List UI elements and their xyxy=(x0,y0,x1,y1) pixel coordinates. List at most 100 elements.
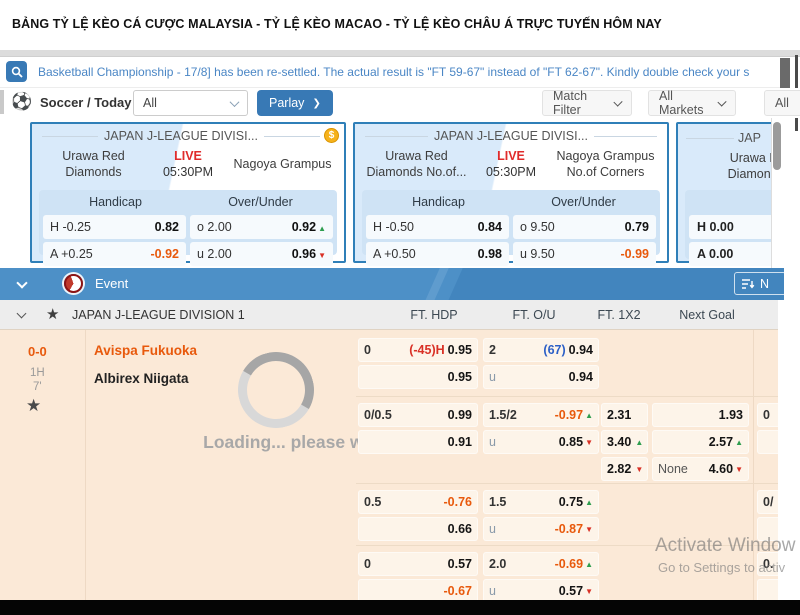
favorite-star-icon[interactable]: ★ xyxy=(46,300,59,330)
odds-cell[interactable] xyxy=(757,430,778,454)
page-title-bar: BẢNG TỶ LỆ KÈO CÁ CƯỢC MALAYSIA - TỶ LỆ … xyxy=(0,0,800,50)
league-filter-select[interactable]: All xyxy=(133,90,248,116)
parlay-button[interactable]: Parlay ❯ xyxy=(257,90,333,116)
kickoff-time: 05:30PM xyxy=(478,164,544,180)
odds-cell[interactable]: 0/0.50.99 xyxy=(358,403,478,427)
group-divider xyxy=(356,396,778,397)
odds-cell[interactable]: 2.0-0.69▲ xyxy=(483,552,599,576)
odds-cell[interactable]: -0.67 xyxy=(358,579,478,600)
betting-odds-page: BẢNG TỶ LỆ KÈO CÁ CƯỢC MALAYSIA - TỶ LỆ … xyxy=(0,0,800,615)
line-value: 0 xyxy=(364,343,371,357)
match-status: LIVE05:30PM xyxy=(478,148,544,181)
line-value: 2 xyxy=(489,343,496,357)
ou-odds: 0.96▼ xyxy=(292,247,326,261)
odds-value: 2.31 xyxy=(607,408,631,422)
odds-cell[interactable]: 2.82▼ xyxy=(601,457,648,481)
odds-cell[interactable]: 2.31 xyxy=(601,403,648,427)
odds-value: 2.57 xyxy=(709,435,733,449)
odds-cell[interactable]: 3.40▲ xyxy=(601,430,648,454)
away-team-name: Albirex Niigata xyxy=(94,371,189,386)
match-status: LIVE05:30PM xyxy=(155,148,221,181)
hdp-home-cell[interactable]: H -0.250.82 xyxy=(43,215,186,239)
odds-cell[interactable]: 2.57▲ xyxy=(652,430,749,454)
header-line xyxy=(686,138,734,139)
column-divider xyxy=(85,330,86,600)
sort-icon xyxy=(741,278,755,290)
scrollbar-track xyxy=(771,118,772,268)
parlay-label: Parlay xyxy=(269,96,304,110)
ou-under-cell[interactable]: u 9.50-0.99 xyxy=(513,242,656,266)
ou-odds: 0.92▲ xyxy=(292,220,326,234)
trend-down-icon: ▼ xyxy=(318,251,326,260)
odds-cell[interactable]: 00.57 xyxy=(358,552,478,576)
odds-cell[interactable]: 1.5/2-0.97▲ xyxy=(483,403,599,427)
odds-cell[interactable]: 2(67)0.94 xyxy=(483,338,599,362)
sort-button[interactable]: N xyxy=(734,272,784,295)
live-clock-icon xyxy=(64,274,83,293)
odds-cell[interactable]: 1.50.75▲ xyxy=(483,490,599,514)
activate-windows-watermark: Activate Window xyxy=(655,535,795,557)
live-score: 0-0 xyxy=(28,344,47,359)
hdp-away-cell[interactable]: A 0.00 xyxy=(689,242,772,266)
ou-label: u 9.50 xyxy=(520,247,555,261)
odds-cell[interactable]: u0.94 xyxy=(483,365,599,389)
hdp-away-cell[interactable]: A +0.500.98 xyxy=(366,242,509,266)
odds-cell[interactable]: 0(-45)H0.95 xyxy=(358,338,478,362)
favorite-star-icon[interactable]: ★ xyxy=(26,396,41,416)
home-team: Urawa RedDiamonds No.of... xyxy=(355,148,478,181)
notification-bar: Basketball Championship - 17/8] has been… xyxy=(0,57,786,88)
match-filter-dropdown[interactable]: Match Filter xyxy=(542,90,632,116)
odds-cell[interactable]: 0 xyxy=(757,403,778,427)
over-under-header: Over/Under xyxy=(188,195,333,209)
odds-cell[interactable]: 0/ xyxy=(757,490,778,514)
odds-value: 0.91 xyxy=(448,435,472,449)
search-button[interactable] xyxy=(6,61,27,82)
home-line2: Diamonds 1 xyxy=(726,166,772,182)
trend-up-icon: ▲ xyxy=(585,411,593,420)
home-line1: Urawa Red xyxy=(32,148,155,164)
hdp-away-cell[interactable]: A +0.25-0.92 xyxy=(43,242,186,266)
activate-windows-subtext: Go to Settings to activ xyxy=(658,560,785,575)
odds-type-dropdown[interactable]: All xyxy=(764,90,800,116)
league-name: JAPAN J-LEAGUE DIVISION 1 xyxy=(72,300,245,330)
odds-cell[interactable]: u0.85▼ xyxy=(483,430,599,454)
hdp-home-cell[interactable]: H 0.00 xyxy=(689,215,772,239)
collapse-chevron-icon[interactable] xyxy=(16,277,27,288)
odds-cell[interactable]: u-0.87▼ xyxy=(483,517,599,541)
odds-cell[interactable]: 0.5-0.76 xyxy=(358,490,478,514)
ou-odds-value: 0.92 xyxy=(292,220,316,234)
card-odds-panel: Handicap Over/Under H -0.250.82 o 2.00 0.… xyxy=(39,190,337,255)
handicap-header: Handicap xyxy=(43,195,188,209)
ou-under-cell[interactable]: u 2.000.96▼ xyxy=(190,242,333,266)
odds-cell[interactable]: u0.57▼ xyxy=(483,579,599,600)
match-period: 1H xyxy=(30,367,45,379)
card-teams: Urawa RedDiamonds No.of... LIVE05:30PM N… xyxy=(355,148,667,181)
chevron-down-icon xyxy=(613,97,622,106)
odds-panel-header: Handicap Over/Under xyxy=(366,192,656,212)
odds-cell[interactable] xyxy=(757,579,778,600)
trend-up-icon: ▲ xyxy=(585,560,593,569)
ou-over-cell[interactable]: o 9.500.79 xyxy=(513,215,656,239)
odds-cell[interactable]: None4.60▼ xyxy=(652,457,749,481)
odds-cell[interactable]: 0.95 xyxy=(358,365,478,389)
hdp-label: H -0.25 xyxy=(50,220,91,234)
hdp-label: A +0.25 xyxy=(50,247,93,261)
odds-row: A +0.500.98 u 9.50-0.99 xyxy=(366,242,656,266)
scrollbar-thumb[interactable] xyxy=(780,58,790,88)
league-name: JAPAN J-LEAGUE DIVISI... xyxy=(104,129,258,143)
hdp-home-cell[interactable]: H -0.500.84 xyxy=(366,215,509,239)
odds-cell[interactable]: 1.93 xyxy=(652,403,749,427)
card-league: JAPAN J-LEAGUE DIVISI... xyxy=(42,129,320,143)
line-value: None xyxy=(658,462,688,476)
scrollbar-thumb[interactable] xyxy=(773,122,781,170)
ou-over-cell[interactable]: o 2.00 0.92▲ xyxy=(190,215,333,239)
odds-cell[interactable]: 0.91 xyxy=(358,430,478,454)
odds-cell[interactable]: 0.66 xyxy=(358,517,478,541)
ou-label: o 2.00 xyxy=(197,220,232,234)
line-value: 0.5 xyxy=(364,495,381,509)
arrow-right-icon: ❯ xyxy=(312,98,320,109)
collapse-chevron-icon[interactable] xyxy=(17,309,27,319)
away-line1: Nagoya Grampus xyxy=(221,156,344,172)
odds-value: 0.75 xyxy=(559,495,583,509)
all-markets-dropdown[interactable]: All Markets xyxy=(648,90,736,116)
